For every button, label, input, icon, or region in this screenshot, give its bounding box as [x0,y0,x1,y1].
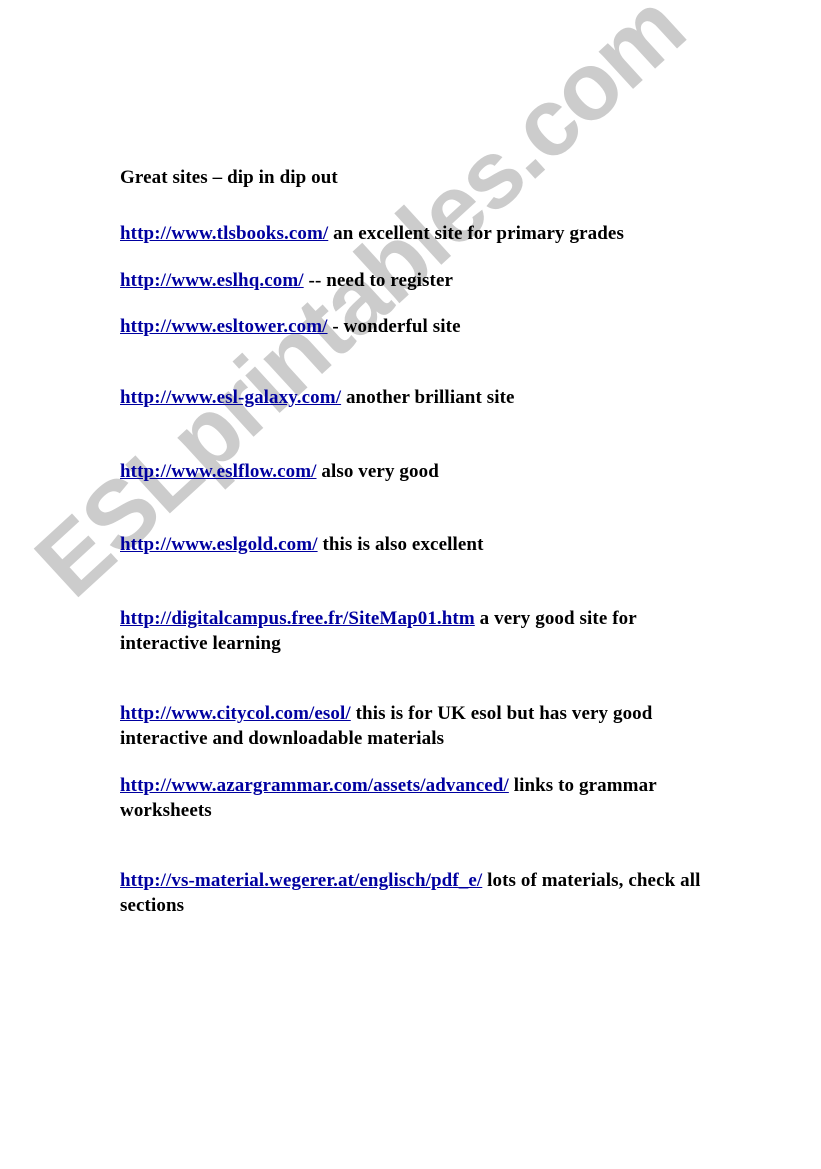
note-esl-galaxy: another brilliant site [341,387,515,408]
link-azargrammar[interactable]: http://www.azargrammar.com/assets/advanc… [120,775,509,796]
page-title: Great sites – dip in dip out [120,167,338,188]
list-item: http://vs-material.wegerer.at/englisch/p… [120,869,720,918]
list-item: http://www.citycol.com/esol/ this is for… [120,702,720,751]
note-eslgold: this is also excellent [317,534,484,556]
link-esltower[interactable]: http://www.esltower.com/ [120,316,328,337]
note-eslhq: -- need to register [303,269,454,291]
list-item: http://www.tlsbooks.com/ an excellent si… [120,222,720,247]
list-item: http://www.azargrammar.com/assets/advanc… [120,774,720,823]
link-citycol[interactable]: http://www.citycol.com/esol/ [120,703,351,724]
document-page: ESLprintables.com Great sites – dip in d… [0,0,821,1169]
link-eslflow[interactable]: http://www.eslflow.com/ [120,461,317,482]
link-vs-material[interactable]: http://vs-material.wegerer.at/englisch/p… [120,870,482,891]
list-item: http://www.esltower.com/ - wonderful sit… [120,315,720,340]
note-eslflow: also very good [316,460,439,482]
list-item: http://digitalcampus.free.fr/SiteMap01.h… [120,607,720,656]
note-esltower: - wonderful site [327,316,461,338]
list-item: http://www.eslgold.com/ this is also exc… [120,533,720,558]
note-tlsbooks: an excellent site for primary grades [328,222,624,244]
list-item: http://www.eslhq.com/ -- need to registe… [120,269,720,294]
link-eslgold[interactable]: http://www.eslgold.com/ [120,534,318,555]
link-tlsbooks[interactable]: http://www.tlsbooks.com/ [120,223,328,244]
link-eslhq[interactable]: http://www.eslhq.com/ [120,270,304,291]
link-digitalcampus[interactable]: http://digitalcampus.free.fr/SiteMap01.h… [120,608,475,629]
document-content: Great sites – dip in dip out http://www.… [120,166,720,919]
list-item: http://www.esl-galaxy.com/ another brill… [120,386,720,411]
link-esl-galaxy[interactable]: http://www.esl-galaxy.com/ [120,387,341,408]
list-item: http://www.eslflow.com/ also very good [120,460,720,485]
